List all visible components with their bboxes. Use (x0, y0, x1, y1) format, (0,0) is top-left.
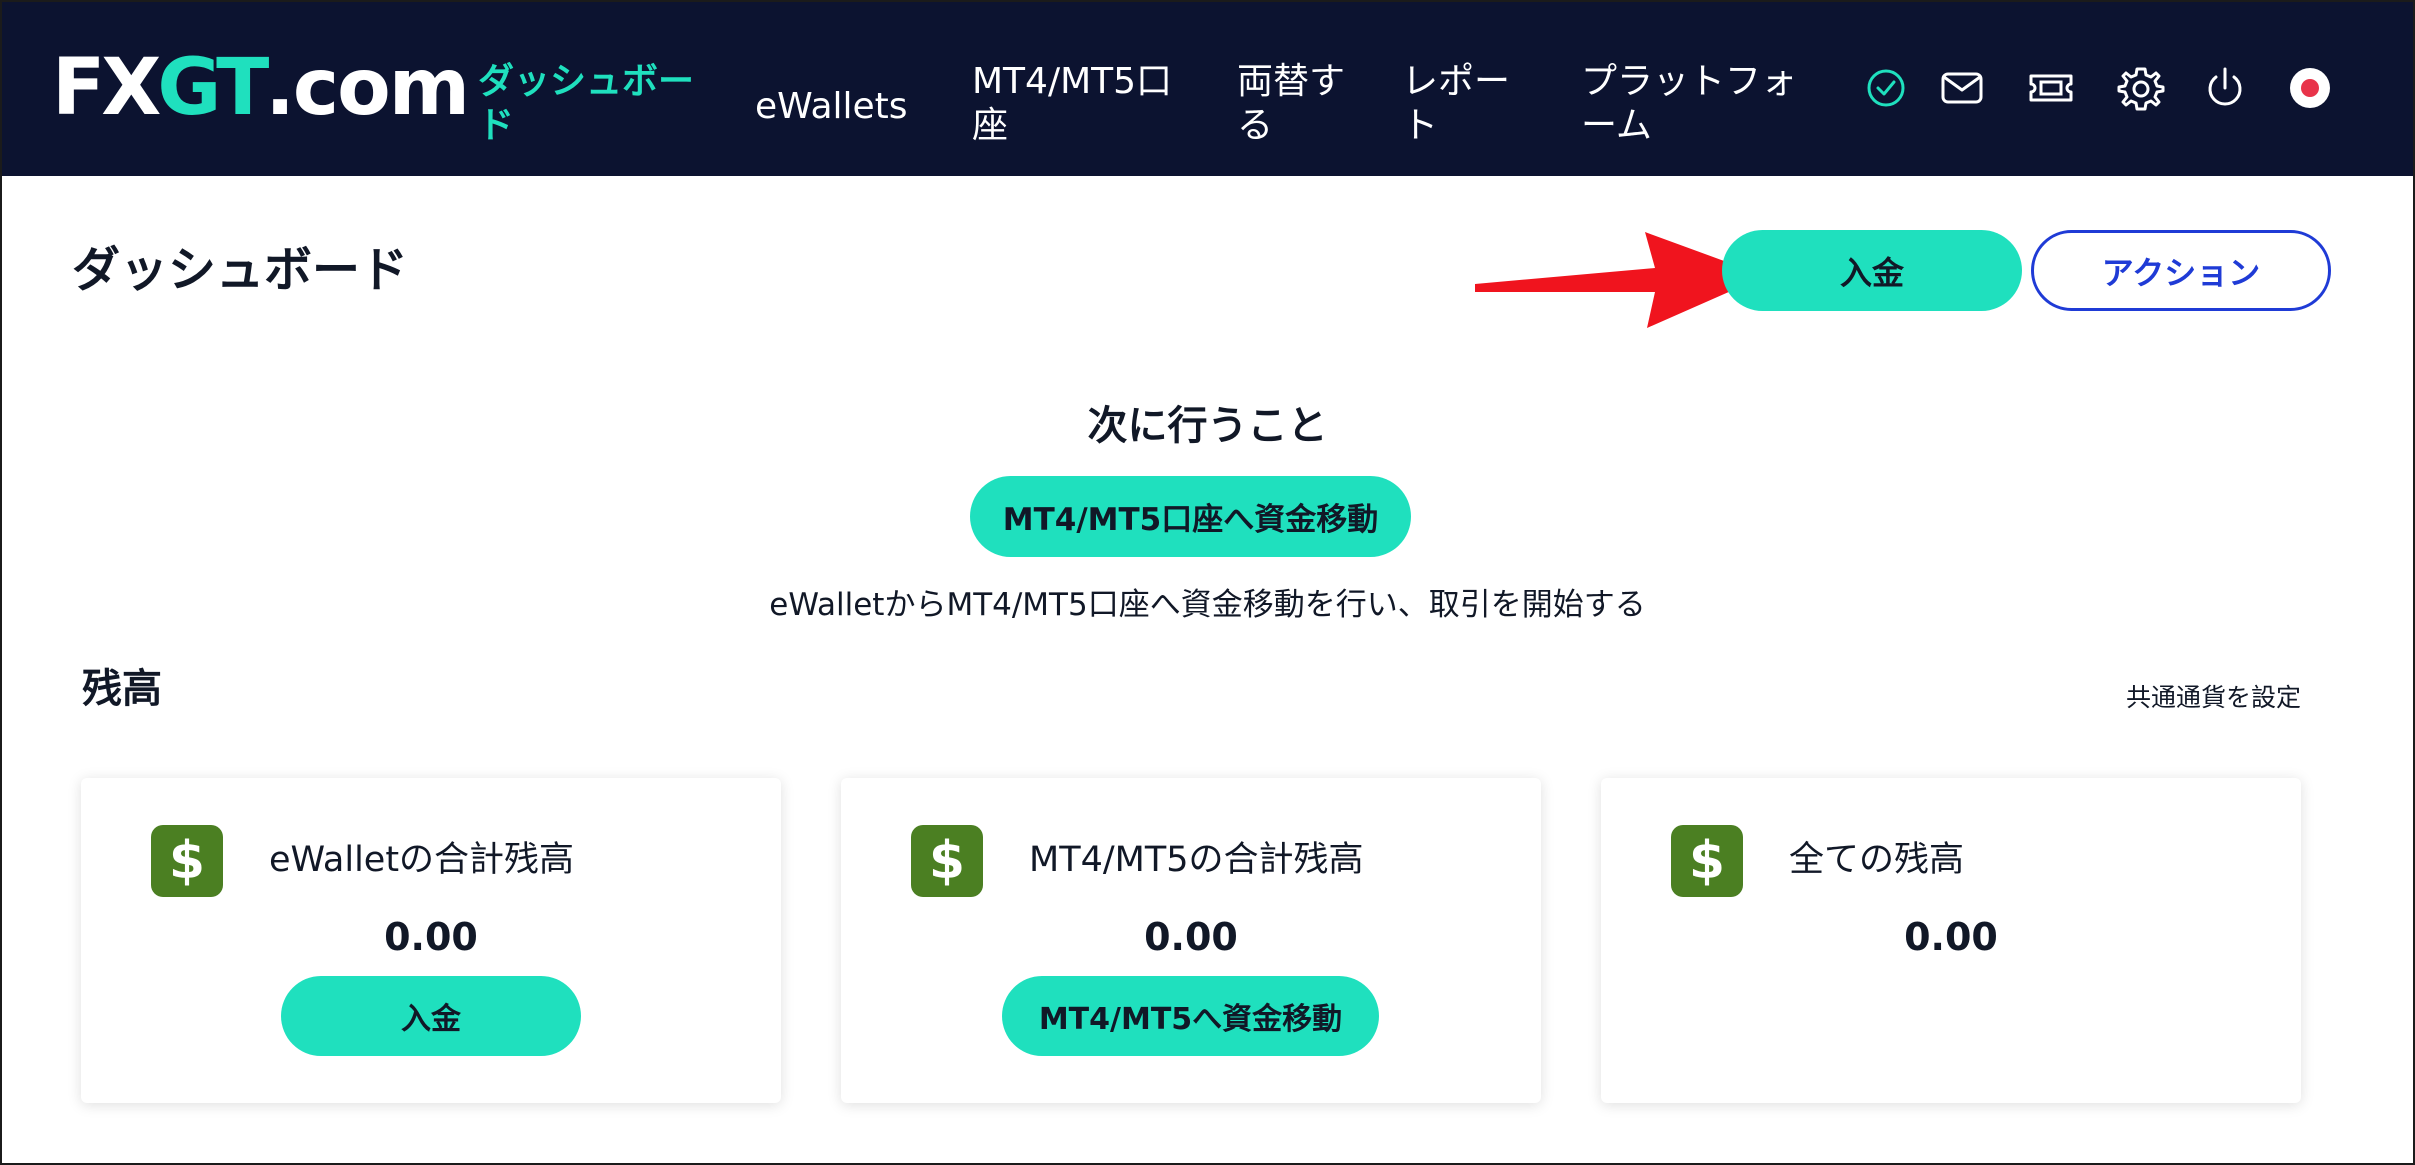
next-steps-description: eWalletからMT4/MT5口座へ資金移動を行い、取引を開始する (769, 587, 1646, 623)
dollar-icon: $ (911, 825, 983, 897)
nav-label: 座 (972, 105, 1009, 146)
power-icon[interactable] (2201, 64, 2249, 112)
nav-label: プラットフォ (1581, 61, 1798, 102)
dollar-icon: $ (151, 825, 223, 897)
set-common-currency-link[interactable]: 共通通貨を設定 (2126, 682, 2301, 714)
red-annotation-arrow (1475, 232, 1765, 328)
transfer-to-mt4-mt5-account-button[interactable]: MT4/MT5口座へ資金移動 (970, 476, 1411, 557)
ticket-icon[interactable] (2027, 64, 2075, 112)
balance-card-mt4-mt5: $ MT4/MT5の合計残高 0.00 MT4/MT5へ資金移動 (841, 778, 1541, 1103)
card-balance-value: 0.00 (1144, 915, 1238, 959)
fxgt-logo[interactable]: FXGT.com (52, 48, 470, 128)
deposit-button[interactable]: 入金 (1722, 230, 2022, 311)
action-button[interactable]: アクション (2031, 230, 2331, 311)
verified-check-icon[interactable] (1862, 64, 1910, 112)
logo-part-com: .com (265, 43, 470, 133)
logo-part-gt: GT (157, 43, 269, 133)
card-balance-value: 0.00 (1904, 915, 1998, 959)
card-title: eWalletの合計残高 (269, 840, 575, 880)
card-balance-value: 0.00 (384, 915, 478, 959)
dollar-icon: $ (1671, 825, 1743, 897)
nav-item-exchange[interactable]: 両替す る (1237, 60, 1345, 148)
card-transfer-to-mt4-mt5-button[interactable]: MT4/MT5へ資金移動 (1002, 976, 1379, 1056)
nav-item-dashboard[interactable]: ダッシュボー ド (478, 60, 694, 148)
nav-label: レポー (1402, 61, 1511, 102)
logo-part-fx: FX (52, 43, 161, 133)
nav-item-reports[interactable]: レポー ト (1402, 60, 1510, 148)
nav-item-mt4-mt5-accounts[interactable]: MT4/MT5口 座 (972, 60, 1172, 148)
nav-label: ト (1402, 105, 1439, 146)
nav-item-ewallets[interactable]: eWallets (755, 85, 908, 129)
nav-label: 両替す (1237, 61, 1346, 102)
balance-card-ewallet: $ eWalletの合計残高 0.00 入金 (81, 778, 781, 1103)
nav-label: ド (478, 105, 515, 146)
nav-label: eWallets (755, 86, 908, 127)
top-nav-bar: FXGT.com ダッシュボー ド eWallets MT4/MT5口 座 両替… (0, 0, 2415, 176)
nav-label: ダッシュボー (478, 61, 695, 102)
balance-card-total: $ 全ての残高 0.00 (1601, 778, 2301, 1103)
nav-item-platform[interactable]: プラットフォ ーム (1581, 60, 1797, 148)
card-deposit-button[interactable]: 入金 (281, 976, 581, 1056)
mail-icon[interactable] (1938, 64, 1986, 112)
page-title: ダッシュボード (72, 242, 409, 298)
nav-label: MT4/MT5口 (972, 61, 1173, 102)
card-title: MT4/MT5の合計残高 (1029, 840, 1364, 880)
card-title: 全ての残高 (1789, 840, 1965, 880)
next-steps-title: 次に行うこと (1087, 403, 1328, 449)
japan-flag-icon[interactable] (2286, 64, 2334, 112)
gear-icon[interactable] (2117, 64, 2165, 112)
nav-label: ーム (1581, 105, 1652, 146)
balance-section-title: 残高 (82, 666, 162, 712)
nav-label: る (1237, 105, 1274, 146)
